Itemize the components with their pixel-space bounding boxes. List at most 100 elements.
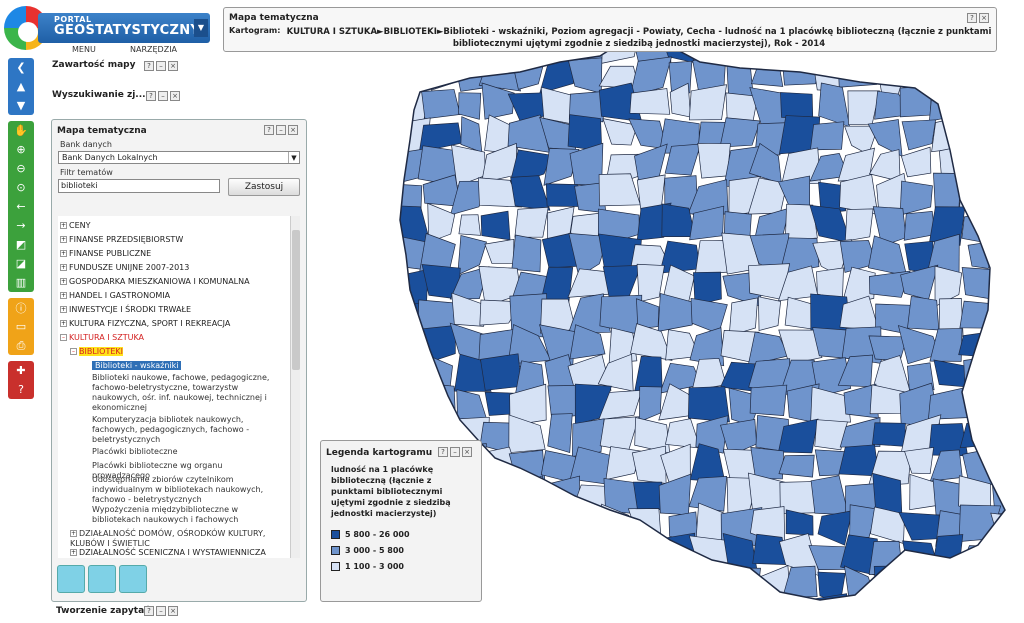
district-polygon[interactable] <box>754 594 792 623</box>
district-polygon[interactable] <box>905 56 938 89</box>
district-polygon[interactable] <box>660 593 690 623</box>
district-polygon[interactable] <box>511 234 542 273</box>
district-polygon[interactable] <box>546 503 579 543</box>
minimize-icon[interactable]: – <box>158 91 168 101</box>
tree-item[interactable]: + FINANSE PUBLICZNE <box>60 249 151 258</box>
district-polygon[interactable] <box>508 564 548 607</box>
close-icon[interactable]: × <box>170 91 180 101</box>
help-icon[interactable]: ? <box>146 91 156 101</box>
expand-icon[interactable]: + <box>60 306 67 313</box>
close-icon[interactable]: × <box>168 606 178 616</box>
expand-icon[interactable]: + <box>60 222 67 229</box>
district-polygon[interactable] <box>630 567 671 607</box>
district-polygon[interactable] <box>567 268 611 298</box>
district-polygon[interactable] <box>898 512 940 541</box>
district-polygon[interactable] <box>636 298 660 330</box>
district-polygon[interactable] <box>996 564 1024 606</box>
district-polygon[interactable] <box>785 509 814 536</box>
district-polygon[interactable] <box>480 544 517 570</box>
district-polygon[interactable] <box>957 115 995 154</box>
tools-link[interactable]: NARZĘDZIA <box>130 45 177 54</box>
district-polygon[interactable] <box>569 604 606 623</box>
district-polygon[interactable] <box>658 566 696 607</box>
zoom-out-icon[interactable]: ⊖ <box>8 159 34 178</box>
tree-item[interactable]: + KULTURA FIZYCZNA, SPORT I REKREACJA <box>60 319 230 328</box>
district-polygon[interactable] <box>959 300 999 329</box>
district-polygon[interactable] <box>389 383 428 426</box>
district-polygon[interactable] <box>599 416 640 452</box>
district-polygon[interactable] <box>961 267 1000 301</box>
district-polygon[interactable] <box>959 178 997 213</box>
district-polygon[interactable] <box>871 422 906 447</box>
district-polygon[interactable] <box>631 535 668 577</box>
district-polygon[interactable] <box>961 144 1000 186</box>
multi-pie-map-icon[interactable] <box>119 565 147 593</box>
tree-item[interactable]: + FUNDUSZE UNIJNE 2007-2013 <box>60 263 189 272</box>
district-polygon[interactable] <box>778 454 815 478</box>
district-polygon[interactable] <box>513 475 550 517</box>
district-polygon[interactable] <box>697 142 731 179</box>
layer-style-icon[interactable]: ◩ <box>8 235 34 254</box>
district-polygon[interactable] <box>998 268 1024 305</box>
help-icon[interactable]: ? <box>144 61 154 71</box>
tree-item[interactable]: + DZIAŁALNOŚĆ SCENICZNA I WYSTAWIENNICZA <box>70 548 266 557</box>
district-polygon[interactable] <box>873 565 903 607</box>
district-polygon[interactable] <box>847 90 880 126</box>
district-polygon[interactable] <box>990 356 1024 393</box>
district-polygon[interactable] <box>958 56 996 97</box>
district-polygon[interactable] <box>540 541 579 576</box>
district-polygon[interactable] <box>721 607 756 623</box>
expand-icon[interactable]: + <box>60 292 67 299</box>
district-polygon[interactable] <box>987 304 1024 335</box>
district-polygon[interactable] <box>929 328 963 362</box>
expand-icon[interactable]: + <box>60 236 67 243</box>
district-polygon[interactable] <box>901 119 937 151</box>
district-polygon[interactable] <box>484 238 515 264</box>
district-polygon[interactable] <box>967 392 1001 420</box>
expand-icon[interactable]: + <box>60 250 67 257</box>
choropleth-map-icon[interactable] <box>57 565 85 593</box>
minimize-icon[interactable]: – <box>156 606 166 616</box>
layer-download-icon[interactable]: ◪ <box>8 254 34 273</box>
district-polygon[interactable] <box>547 475 580 513</box>
expand-icon[interactable]: + <box>60 320 67 327</box>
district-polygon[interactable] <box>878 598 907 623</box>
district-polygon[interactable] <box>458 92 482 120</box>
district-polygon[interactable] <box>818 82 851 128</box>
chevron-down-icon[interactable]: ▼ <box>288 152 299 163</box>
district-polygon[interactable] <box>750 58 784 87</box>
expand-icon[interactable]: + <box>70 549 77 556</box>
district-polygon[interactable] <box>907 295 940 331</box>
tree-scrollbar[interactable] <box>290 216 300 558</box>
district-polygon[interactable] <box>958 330 999 359</box>
tree-leaf-selected[interactable]: Biblioteki - wskaźniki <box>92 361 182 370</box>
help-icon[interactable]: ? <box>144 606 154 616</box>
district-polygon[interactable] <box>421 89 461 120</box>
scroll-thumb[interactable] <box>292 230 300 370</box>
district-polygon[interactable] <box>930 60 969 86</box>
district-polygon[interactable] <box>697 594 722 623</box>
district-polygon[interactable] <box>996 145 1024 185</box>
district-polygon[interactable] <box>549 597 581 623</box>
logo-banner[interactable]: PORTAL GEOSTATYSTYCZNY ▼ <box>38 13 210 43</box>
district-polygon[interactable] <box>598 173 641 207</box>
minimize-icon[interactable]: – <box>450 447 460 457</box>
district-polygon[interactable] <box>782 61 820 86</box>
collapse-left-icon[interactable]: ❮ <box>8 58 34 77</box>
language-flag-icon[interactable]: ✚ <box>8 361 34 380</box>
district-polygon[interactable] <box>719 117 761 148</box>
district-polygon[interactable] <box>749 384 788 417</box>
portal-logo[interactable]: PORTAL GEOSTATYSTYCZNY ▼ MENU NARZĘDZIA <box>2 2 210 54</box>
bank-select[interactable]: Bank Danych Lokalnych ▼ <box>58 151 300 164</box>
help-icon[interactable]: ? <box>438 447 448 457</box>
district-polygon[interactable] <box>868 335 908 362</box>
district-polygon[interactable] <box>394 53 429 93</box>
district-polygon[interactable] <box>959 423 1001 449</box>
district-polygon[interactable] <box>963 355 1001 394</box>
arrow-down-icon[interactable]: ▼ <box>8 96 34 115</box>
district-polygon[interactable] <box>758 296 782 332</box>
district-polygon[interactable] <box>478 474 517 510</box>
district-polygon[interactable] <box>631 445 667 484</box>
tree-leaf[interactable]: Komputeryzacja bibliotek naukowych, fach… <box>92 415 282 445</box>
district-polygon[interactable] <box>961 566 1000 602</box>
